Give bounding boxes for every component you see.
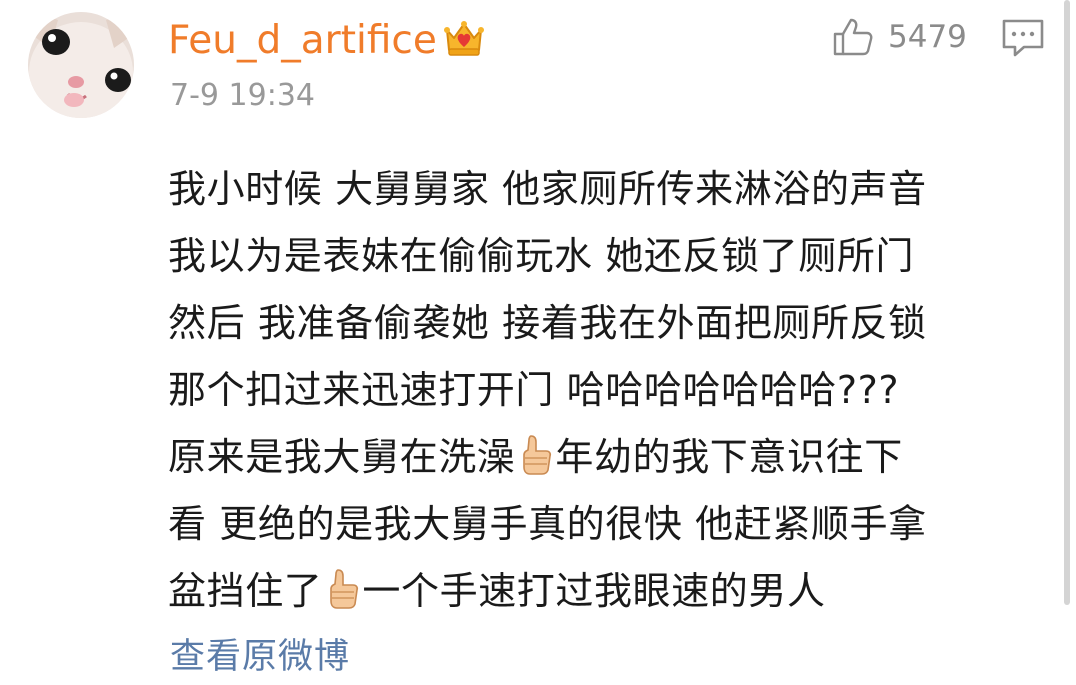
comment-text-segment: 盆挡住了 xyxy=(168,569,323,613)
comment-text-segment: 那个扣过来迅速打开门 哈哈哈哈哈哈哈??? xyxy=(168,368,900,412)
comment-text-segment: 原来是我大舅在洗澡 xyxy=(168,435,516,479)
comment-bubble-icon xyxy=(1002,19,1044,57)
like-button[interactable]: 5479 xyxy=(832,16,967,58)
comment-line: 盆挡住了 一个手速打过我眼速的男人 xyxy=(168,558,1048,625)
comment-line: 看 更绝的是我大舅手真的很快 他赶紧顺手拿 xyxy=(168,491,1048,558)
comment-text-segment: 然后 我准备偷袭她 接着我在外面把厕所反锁 xyxy=(168,301,927,345)
comment-timestamp: 7-9 19:34 xyxy=(170,78,315,113)
kitten-face-avatar xyxy=(28,12,134,118)
vip-crown-icon xyxy=(443,20,485,58)
scrollbar[interactable] xyxy=(1064,0,1070,605)
comment-text-segment: 看 更绝的是我大舅手真的很快 他赶紧顺手拿 xyxy=(168,502,927,546)
comment-text-segment: 我小时候 大舅舅家 他家厕所传来淋浴的声音 xyxy=(168,167,927,211)
comment-line: 那个扣过来迅速打开门 哈哈哈哈哈哈哈??? xyxy=(168,357,1048,424)
comment-text-segment: 我以为是表妹在偷偷玩水 她还反锁了厕所门 xyxy=(168,234,915,278)
username[interactable]: Feu_d_artifice xyxy=(168,16,437,66)
comment-line: 原来是我大舅在洗澡 年幼的我下意识往下 xyxy=(168,424,1048,491)
comment-text-segment: 年幼的我下意识往下 xyxy=(555,435,903,479)
thumbs-up-outline-icon xyxy=(833,18,873,56)
comment-line: 然后 我准备偷袭她 接着我在外面把厕所反锁 xyxy=(168,290,1048,357)
comment-text-segment: 一个手速打过我眼速的男人 xyxy=(362,569,826,613)
comment-line: 我小时候 大舅舅家 他家厕所传来淋浴的声音 xyxy=(168,156,1048,223)
user-avatar[interactable] xyxy=(28,12,134,118)
thumbs-up-emoji-icon xyxy=(324,564,360,609)
view-original-post-link[interactable]: 查看原微博 xyxy=(170,633,350,681)
comment-text: 我小时候 大舅舅家 他家厕所传来淋浴的声音 我以为是表妹在偷偷玩水 她还反锁了厕… xyxy=(168,156,1048,625)
comment-line: 我以为是表妹在偷偷玩水 她还反锁了厕所门 xyxy=(168,223,1048,290)
reply-button[interactable] xyxy=(1000,18,1046,58)
like-count: 5479 xyxy=(888,19,967,55)
thumbs-up-emoji-icon xyxy=(517,430,553,475)
